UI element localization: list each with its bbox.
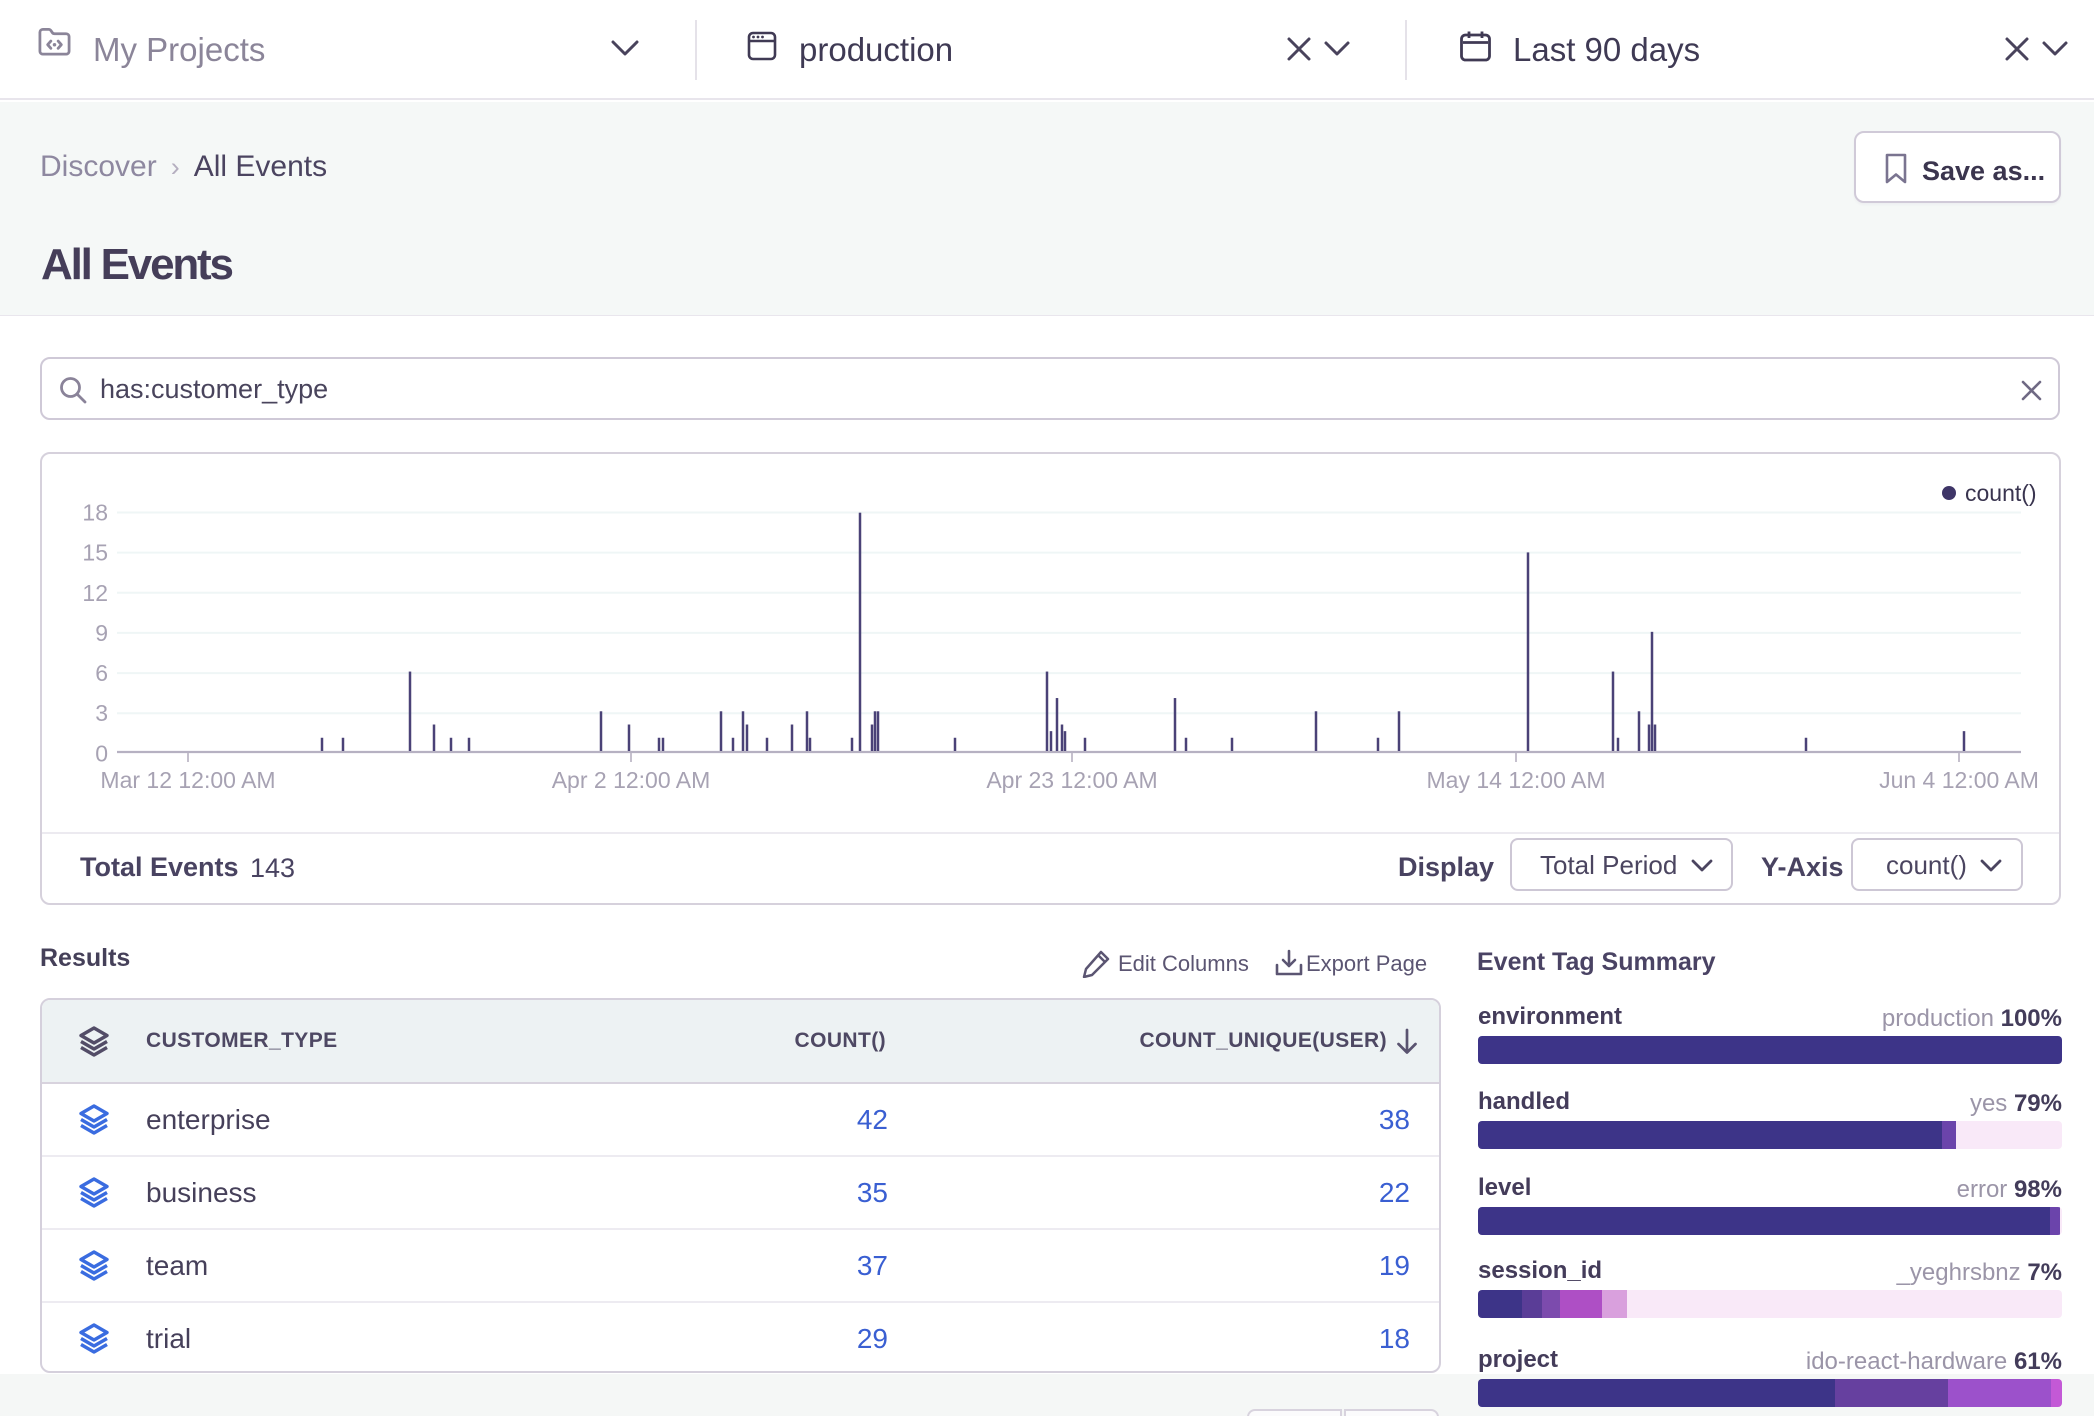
svg-text:9: 9: [95, 620, 108, 646]
svg-text:12: 12: [82, 580, 108, 606]
svg-text:3: 3: [95, 700, 108, 726]
svg-text:6: 6: [95, 660, 108, 686]
svg-text:15: 15: [82, 540, 108, 566]
svg-text:Apr 2 12:00 AM: Apr 2 12:00 AM: [552, 767, 711, 793]
svg-text:Jun 4 12:00 AM: Jun 4 12:00 AM: [1879, 767, 2039, 793]
svg-text:Mar 12 12:00 AM: Mar 12 12:00 AM: [100, 767, 275, 793]
svg-text:Apr 23 12:00 AM: Apr 23 12:00 AM: [986, 767, 1157, 793]
svg-text:0: 0: [95, 740, 108, 766]
svg-text:May 14 12:00 AM: May 14 12:00 AM: [1427, 767, 1606, 793]
svg-text:count(): count(): [1965, 480, 2037, 506]
svg-text:18: 18: [82, 500, 108, 526]
